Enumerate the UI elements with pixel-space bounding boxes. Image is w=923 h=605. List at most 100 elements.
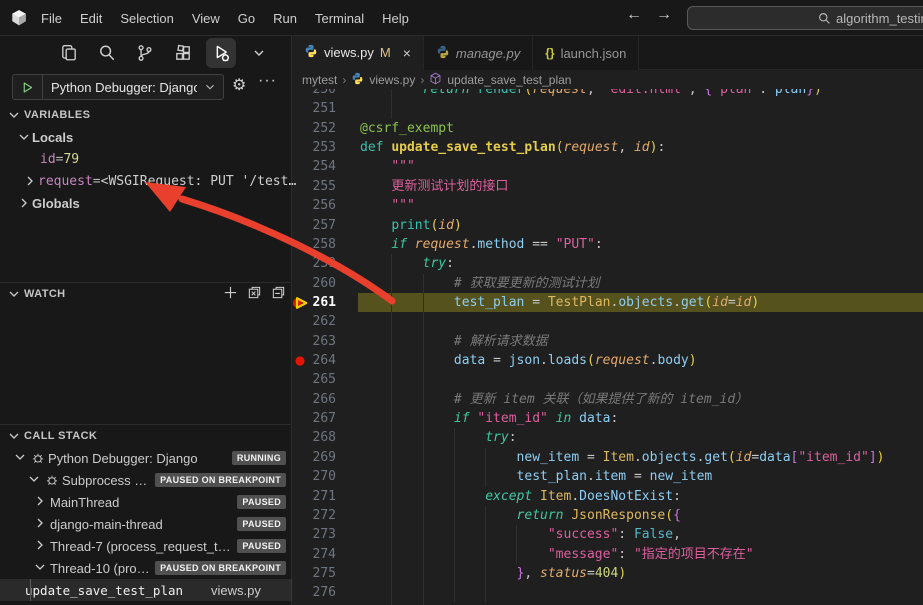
code-line-252[interactable]: 252 @csrf_exempt	[292, 119, 923, 138]
code-token: {	[673, 507, 681, 523]
code-token: """	[391, 198, 415, 214]
code-token: JsonResponse	[571, 507, 666, 523]
code-token: request	[594, 353, 650, 369]
menu-item-help[interactable]: Help	[373, 11, 418, 26]
callstack-row-thread-10-proc[interactable]: Thread-10 (proc... PAUSED ON BREAKPOINT	[0, 557, 292, 579]
code-line-258[interactable]: 258 if request.method == "PUT":	[292, 235, 923, 254]
command-center-search[interactable]: algorithm_testin	[687, 6, 923, 30]
json-file-icon: {}	[545, 46, 555, 60]
remove-all-watch-icon[interactable]	[247, 285, 262, 303]
watch-section-header[interactable]: WATCH	[0, 283, 292, 305]
menu-item-go[interactable]: Go	[229, 11, 264, 26]
extensions-icon[interactable]	[168, 38, 198, 68]
code-line-257[interactable]: 257 print(id)	[292, 216, 923, 235]
chevron-down-icon[interactable]	[244, 38, 274, 68]
code-line-275[interactable]: 275 }, status=404)	[292, 564, 923, 584]
code-line-255[interactable]: 255 更新测试计划的接口	[292, 177, 923, 196]
code-line-260[interactable]: 260 # 获取要更新的测试计划	[292, 273, 923, 293]
code-token: =	[587, 566, 595, 581]
code-token: .	[673, 294, 681, 310]
chevron-right-icon	[32, 537, 48, 556]
code-line-267[interactable]: 267 if "item_id" in data:	[292, 409, 923, 429]
code-line-254[interactable]: 254 """	[292, 157, 923, 176]
source-control-icon[interactable]	[130, 38, 160, 68]
code-text: # 解析请求数据	[360, 332, 548, 351]
code-token: :	[657, 140, 666, 156]
chevron-down-icon[interactable]	[197, 80, 223, 94]
tab-views-py[interactable]: views.py M ×	[292, 36, 424, 70]
copy-icon[interactable]	[54, 38, 84, 68]
gear-icon[interactable]: ⚙	[232, 75, 246, 95]
code-line-263[interactable]: 263 # 解析请求数据	[292, 331, 923, 352]
search-panel-icon[interactable]	[92, 38, 122, 68]
code-line-273[interactable]: 273 "success": False,	[292, 525, 923, 545]
breadcrumb-file[interactable]: views.py	[369, 73, 415, 87]
close-icon[interactable]: ×	[403, 45, 411, 61]
breadcrumb-symbol[interactable]: update_save_test_plan	[447, 73, 571, 87]
code-token: False	[633, 527, 674, 543]
menu-item-selection[interactable]: Selection	[111, 11, 182, 26]
code-line-264[interactable]: 264 data = json.loads(request.body)	[292, 351, 923, 371]
code-text: def update_save_test_plan(request, id):	[360, 138, 665, 157]
debug-config-dropdown[interactable]: Python Debugger: Django	[43, 80, 197, 95]
code-token: =	[532, 294, 541, 310]
code-line-272[interactable]: 272 return JsonResponse({	[292, 505, 923, 526]
callstack-row-django-main-thread[interactable]: django-main-thread PAUSED	[0, 513, 292, 535]
line-number: 275	[312, 566, 336, 581]
code-line-270[interactable]: 270 test_plan.item = new_item	[292, 467, 923, 487]
callstack-row-mainthread[interactable]: MainThread PAUSED	[0, 491, 292, 513]
menu-item-run[interactable]: Run	[264, 11, 306, 26]
menu-item-view[interactable]: View	[183, 11, 229, 26]
code-line-269[interactable]: 269 new_item = Item.objects.get(id=data[…	[292, 447, 923, 468]
variable-row-id[interactable]: id = 79	[0, 148, 292, 170]
code-text: data = json.loads(request.body)	[360, 351, 697, 370]
code-token: test_plan	[516, 469, 587, 485]
stack-frame-row[interactable]: update_save_test_plan views.py	[0, 579, 292, 601]
code-line-266[interactable]: 266 # 更新 item 关联（如果提供了新的 item_id）	[292, 389, 923, 410]
variables-scope-globals[interactable]: Globals	[0, 192, 292, 214]
callstack-row-python-debugger-django[interactable]: Python Debugger: Django RUNNING	[0, 447, 292, 469]
code-line-276[interactable]: 276	[292, 583, 923, 603]
code-line-251[interactable]: 251	[292, 99, 923, 119]
status-badge: PAUSED	[237, 495, 286, 509]
status-badge: PAUSED ON BREAKPOINT	[155, 473, 286, 487]
code-line-253[interactable]: 253 def update_save_test_plan(request, id…	[292, 138, 923, 157]
code-line-261[interactable]: 261 test_plan = TestPlan.objects.get(id=…	[292, 292, 923, 313]
menu-item-file[interactable]: File	[32, 11, 71, 26]
menu-item-edit[interactable]: Edit	[71, 11, 111, 26]
code-line-259[interactable]: 259 try:	[292, 254, 923, 274]
more-actions-icon[interactable]: ···	[258, 72, 277, 90]
menu-item-terminal[interactable]: Terminal	[306, 11, 373, 26]
code-token: 404	[594, 566, 619, 581]
run-and-debug-icon[interactable]	[206, 38, 236, 68]
tab-manage-py[interactable]: manage.py	[423, 36, 534, 70]
code-line-274[interactable]: 274 "message": "指定的项目不存在"	[292, 544, 923, 564]
variables-scope-locals[interactable]: Locals	[0, 126, 292, 148]
callstack-row-thread-7-process-request-thr[interactable]: Thread-7 (process_request_thr... PAUSED	[0, 535, 292, 557]
callstack-section-header[interactable]: CALL STACK	[0, 425, 292, 447]
code-token: DoesNotExist	[579, 488, 674, 504]
code-line-268[interactable]: 268 try:	[292, 428, 923, 448]
nav-back-icon[interactable]: ←	[622, 6, 646, 24]
breadcrumb-folder[interactable]: mytest	[302, 73, 337, 87]
code-line-265[interactable]: 265	[292, 370, 923, 390]
start-debug-button[interactable]	[13, 75, 43, 99]
nav-forward-icon[interactable]: →	[652, 6, 676, 24]
code-line-262[interactable]: 262	[292, 312, 923, 332]
variable-row-request[interactable]: request = <WSGIRequest: PUT '/test…	[0, 170, 296, 192]
collapse-all-icon[interactable]	[271, 285, 286, 303]
add-watch-icon[interactable]	[223, 285, 238, 303]
code-line-256[interactable]: 256 """	[292, 196, 923, 215]
callstack-row-subprocess-1[interactable]: Subprocess 1... PAUSED ON BREAKPOINT	[0, 469, 292, 491]
code-line-271[interactable]: 271 except Item.DoesNotExist:	[292, 486, 923, 506]
tab-launch-json[interactable]: {} launch.json	[533, 36, 640, 70]
code-token: if	[453, 411, 470, 427]
variables-section-header[interactable]: VARIABLES	[0, 104, 292, 126]
